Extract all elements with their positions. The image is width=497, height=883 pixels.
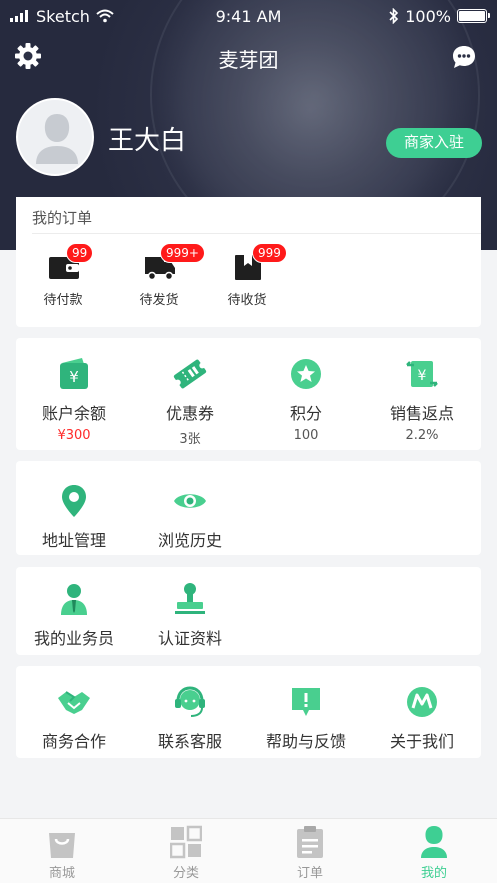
browsing-history-item[interactable]: 浏览历史 <box>132 483 248 551</box>
asset-value: 3张 <box>179 432 201 447</box>
certification-item[interactable]: 认证资料 <box>132 581 248 649</box>
about-logo-icon <box>407 687 437 717</box>
tab-category[interactable]: 分类 <box>124 825 248 881</box>
svg-text:¥: ¥ <box>418 368 427 384</box>
clock: 9:41 AM <box>215 6 282 26</box>
asset-value: 100 <box>293 428 319 443</box>
location-pin-icon <box>62 485 86 517</box>
customer-service-item[interactable]: 联系客服 <box>132 684 248 752</box>
star-icon <box>291 359 321 389</box>
services-card-3: 商务合作 联系客服 帮助与反馈 关于我们 <box>16 666 481 758</box>
tab-label: 商城 <box>48 866 75 881</box>
order-label: 待付款 <box>43 293 83 308</box>
message-bubble-icon[interactable] <box>451 44 477 70</box>
shop-bag-icon <box>49 833 75 858</box>
services-card-1: 地址管理 浏览历史 <box>16 461 481 555</box>
asset-label: 销售返点 <box>389 404 454 423</box>
address-management-item[interactable]: 地址管理 <box>16 483 132 551</box>
handshake-icon <box>58 691 90 714</box>
wallet-yuan-icon: ¥ <box>60 358 88 389</box>
asset-label: 优惠券 <box>165 404 214 423</box>
coupons-item[interactable]: 优惠券 3张 <box>132 356 248 447</box>
service-label: 联系客服 <box>157 732 222 751</box>
order-pending-payment[interactable]: 99 待付款 <box>18 243 108 313</box>
badge-count: 999 <box>252 243 287 263</box>
profile-person-icon <box>421 826 447 858</box>
category-grid-icon <box>170 825 202 859</box>
rebate-icon: ¥ <box>406 361 438 387</box>
service-label: 关于我们 <box>389 732 454 751</box>
order-label: 待发货 <box>139 293 179 308</box>
service-label: 我的业务员 <box>33 629 114 648</box>
page-title: 麦芽团 <box>218 48 279 72</box>
order-pending-shipment[interactable]: 999+ 待发货 <box>114 243 205 313</box>
service-label: 商务合作 <box>41 732 106 751</box>
badge-count: 999+ <box>160 243 205 263</box>
asset-value: 2.2% <box>405 428 439 443</box>
service-label: 地址管理 <box>41 531 106 550</box>
headset-icon <box>175 686 205 717</box>
order-label: 待收货 <box>227 293 267 308</box>
account-balance-item[interactable]: ¥ 账户余额 ¥300 <box>16 356 132 443</box>
tab-orders[interactable]: 订单 <box>248 825 372 881</box>
feedback-icon <box>292 688 320 716</box>
tab-label: 分类 <box>172 866 199 881</box>
ticket-icon <box>173 359 207 389</box>
my-salesperson-item[interactable]: 我的业务员 <box>16 581 132 649</box>
services-card-2: 我的业务员 认证资料 <box>16 567 481 655</box>
points-item[interactable]: 积分 100 <box>248 356 364 443</box>
tab-bar: 商城 分类 订单 我的 <box>0 818 497 883</box>
tab-label: 订单 <box>296 866 323 881</box>
order-pending-receipt[interactable]: 999 待收货 <box>202 243 292 313</box>
tab-shop[interactable]: 商城 <box>0 825 124 881</box>
asset-label: 积分 <box>289 404 322 423</box>
order-clipboard-icon <box>297 826 323 858</box>
sales-rebate-item[interactable]: ¥ 销售返点 2.2% <box>364 356 480 443</box>
business-cooperation-item[interactable]: 商务合作 <box>16 684 132 752</box>
certification-stamp-icon <box>175 583 205 614</box>
asset-label: 账户余额 <box>41 404 106 423</box>
service-label: 浏览历史 <box>157 531 222 550</box>
user-name: 王大白 <box>108 126 187 156</box>
avatar[interactable] <box>16 98 94 176</box>
about-us-item[interactable]: 关于我们 <box>364 684 480 752</box>
assets-card: ¥ 账户余额 ¥300 优惠券 3张 积分 100 ¥ 销售返点 2.2% <box>16 338 481 450</box>
help-feedback-item[interactable]: 帮助与反馈 <box>248 684 364 752</box>
badge-count: 99 <box>66 243 94 263</box>
nav-bar: 麦芽团 <box>0 36 497 76</box>
salesperson-icon <box>61 584 87 615</box>
asset-value: ¥300 <box>57 428 91 443</box>
battery-icon <box>457 9 490 23</box>
service-label: 认证资料 <box>157 629 222 648</box>
my-orders-card: 我的订单 99 待付款 999+ 待发货 999 待收货 <box>16 197 481 327</box>
orders-title: 我的订单 <box>32 209 93 227</box>
merchant-join-button[interactable]: 商家入驻 <box>386 128 482 158</box>
eye-icon <box>174 494 206 508</box>
status-bar: Sketch 9:41 AM 100% <box>0 0 497 32</box>
tab-label: 我的 <box>420 866 447 881</box>
svg-text:¥: ¥ <box>69 368 79 386</box>
service-label: 帮助与反馈 <box>265 732 346 751</box>
divider <box>32 233 481 234</box>
tab-mine[interactable]: 我的 <box>372 825 496 881</box>
